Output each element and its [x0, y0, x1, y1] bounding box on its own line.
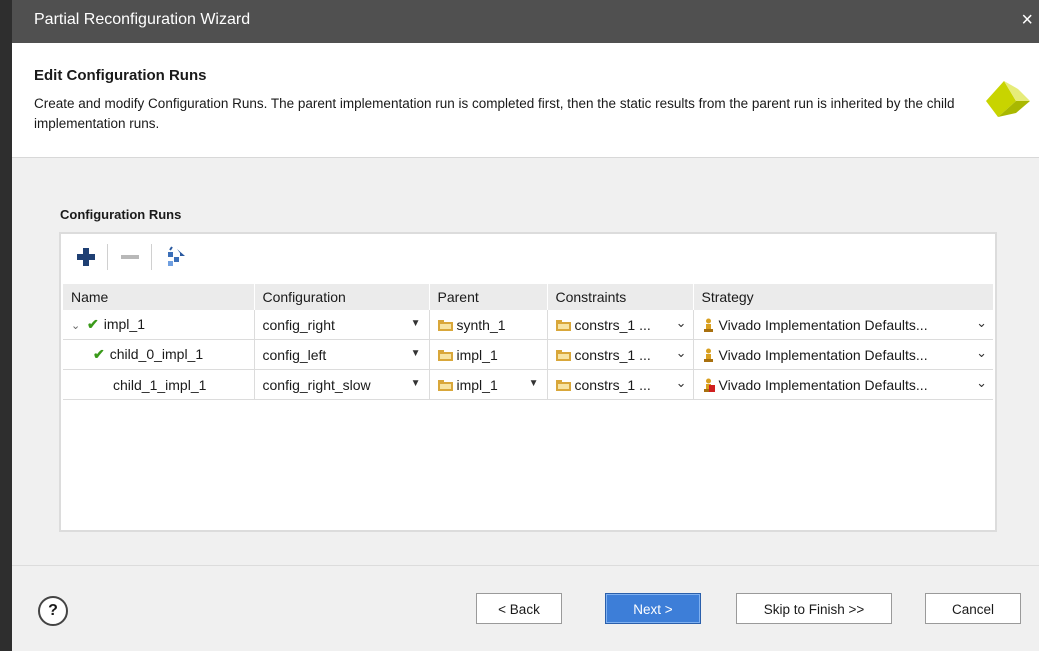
folder-icon: [437, 379, 453, 391]
configuration-dropdown[interactable]: config_left ▼: [254, 339, 430, 370]
toolbar-separator: [107, 244, 108, 270]
constraints-value: constrs_1 ...: [574, 316, 651, 333]
run-name-cell[interactable]: ✔ child_0_impl_1: [63, 339, 255, 370]
skip-to-finish-button[interactable]: Skip to Finish >>: [736, 593, 892, 624]
strategy-dropdown[interactable]: Vivado Implementation Defaults... ⌄: [693, 339, 993, 370]
configuration-dropdown[interactable]: config_right_slow ▼: [254, 369, 430, 400]
window-title: Partial Reconfiguration Wizard: [34, 11, 251, 28]
run-name: impl_1: [103, 316, 145, 332]
strategy-icon: [703, 318, 713, 332]
column-header-constraints[interactable]: Constraints: [547, 284, 694, 310]
parent-cell[interactable]: synth_1: [429, 310, 548, 340]
constraints-dropdown[interactable]: constrs_1 ... ⌄: [547, 310, 694, 340]
chevron-down-icon: ⌄: [976, 345, 987, 360]
column-header-parent[interactable]: Parent: [429, 284, 548, 310]
configuration-value: config_left: [262, 346, 327, 363]
table-row[interactable]: child_1_impl_1 config_right_slow ▼ impl_…: [63, 369, 993, 400]
folder-icon: [437, 319, 453, 331]
table-header-row: Name Configuration Parent Constraints St…: [63, 284, 993, 310]
run-name: child_0_impl_1: [109, 346, 204, 362]
folder-icon: [555, 349, 571, 361]
constraints-value: constrs_1 ...: [574, 346, 651, 363]
auto-create-runs-icon[interactable]: [163, 244, 189, 270]
run-name-cell[interactable]: child_1_impl_1: [63, 369, 255, 400]
minus-icon[interactable]: [117, 244, 143, 270]
parent-cell[interactable]: impl_1: [429, 339, 548, 370]
configuration-value: config_right: [262, 316, 335, 333]
footer-divider: [12, 565, 1039, 566]
title-bar: Partial Reconfiguration Wizard ×: [12, 0, 1039, 43]
page-description: Create and modify Configuration Runs. Th…: [34, 96, 955, 131]
chevron-down-icon: ⌄: [976, 375, 987, 390]
next-button[interactable]: Next >: [605, 593, 701, 624]
constraints-dropdown[interactable]: constrs_1 ... ⌄: [547, 369, 694, 400]
column-header-strategy[interactable]: Strategy: [693, 284, 993, 310]
parent-value: impl_1: [456, 346, 498, 363]
table-row[interactable]: ✔ child_0_impl_1 config_left ▼ impl_1 con…: [63, 339, 993, 370]
constraints-dropdown[interactable]: constrs_1 ... ⌄: [547, 339, 694, 370]
background-window-edge: [0, 0, 12, 651]
column-header-configuration[interactable]: Configuration: [254, 284, 430, 310]
xilinx-logo-icon: [986, 81, 1030, 117]
folder-icon: [555, 379, 571, 391]
runs-toolbar: [61, 234, 995, 280]
back-button[interactable]: < Back: [476, 593, 562, 624]
runs-table: Name Configuration Parent Constraints St…: [63, 284, 993, 400]
cancel-button[interactable]: Cancel: [925, 593, 1021, 624]
parent-dropdown[interactable]: impl_1 ▼: [429, 369, 548, 400]
expand-chevron-icon[interactable]: ⌄: [71, 319, 81, 332]
configuration-value: config_right_slow: [262, 376, 371, 393]
strategy-dropdown[interactable]: Vivado Implementation Defaults... ⌄: [693, 369, 993, 400]
parent-value: impl_1: [456, 376, 498, 393]
close-icon[interactable]: ×: [1021, 10, 1033, 30]
plus-icon[interactable]: [73, 244, 99, 270]
dropdown-arrow-icon: ▼: [410, 378, 421, 389]
strategy-value: Vivado Implementation Defaults...: [718, 376, 928, 393]
constraints-value: constrs_1 ...: [574, 376, 651, 393]
strategy-dropdown[interactable]: Vivado Implementation Defaults... ⌄: [693, 310, 993, 340]
chevron-down-icon: ⌄: [675, 315, 687, 330]
run-name: child_1_impl_1: [113, 376, 207, 393]
checkmark-icon: ✔: [93, 346, 105, 362]
toolbar-separator: [151, 244, 152, 270]
strategy-icon: [703, 348, 713, 362]
parent-value: synth_1: [456, 316, 506, 333]
wizard-dialog: Partial Reconfiguration Wizard × Edit Co…: [12, 0, 1039, 651]
dropdown-arrow-icon: ▼: [410, 318, 421, 329]
run-name-cell[interactable]: ⌄ ✔ impl_1: [63, 310, 255, 340]
configuration-runs-panel: Name Configuration Parent Constraints St…: [59, 232, 997, 532]
strategy-modified-icon: [703, 378, 715, 392]
chevron-down-icon: ⌄: [675, 345, 687, 360]
section-label: Configuration Runs: [60, 207, 182, 222]
page-title: Edit Configuration Runs: [34, 67, 207, 84]
strategy-value: Vivado Implementation Defaults...: [718, 316, 928, 333]
table-row[interactable]: ⌄ ✔ impl_1 config_right ▼ synth_1 constrs_…: [63, 310, 993, 340]
configuration-dropdown[interactable]: config_right ▼: [254, 310, 430, 340]
chevron-down-icon: ⌄: [976, 315, 987, 330]
folder-icon: [555, 319, 571, 331]
folder-icon: [437, 349, 453, 361]
checkmark-icon: ✔: [87, 316, 99, 332]
help-button[interactable]: ?: [38, 596, 68, 626]
dropdown-arrow-icon: ▼: [528, 378, 539, 389]
column-header-name[interactable]: Name: [63, 284, 255, 310]
wizard-header: Edit Configuration Runs Create and modif…: [12, 43, 1039, 158]
strategy-value: Vivado Implementation Defaults...: [718, 346, 928, 363]
chevron-down-icon: ⌄: [675, 375, 687, 390]
dropdown-arrow-icon: ▼: [410, 348, 421, 359]
